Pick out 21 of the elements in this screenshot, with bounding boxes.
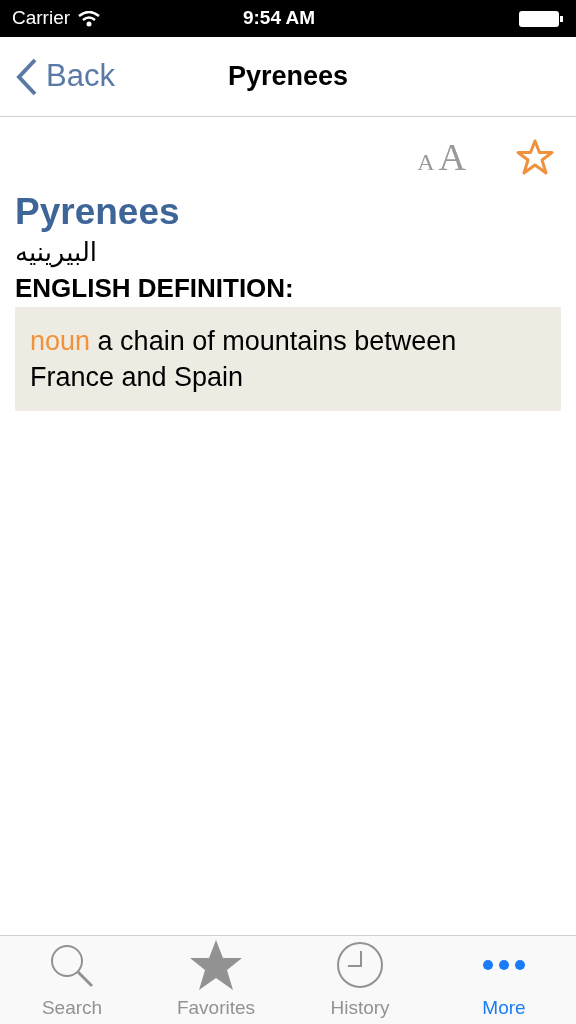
chevron-left-icon [16,57,38,96]
carrier-label: Carrier [12,6,71,31]
wifi-icon [78,10,101,27]
battery-icon [518,9,564,28]
star-icon [516,139,554,175]
back-button[interactable]: Back [0,53,115,100]
arabic-translation: البيرينيه [15,236,98,270]
tab-item[interactable]: Favorites [144,936,288,1024]
more-icon [482,958,526,971]
entry-word: Pyrenees [15,191,181,233]
clock-icon [336,940,384,989]
font-size-button[interactable]: AA [417,128,466,186]
tab-item[interactable]: History [288,936,432,1024]
tab-item[interactable]: More [432,936,576,1024]
definition-text: noun a chain of mountains between France and Spain [15,307,561,411]
definition-heading: ENGLISH DEFINITION: [15,272,295,305]
star-icon [188,938,244,991]
page-title: Pyrenees [227,60,349,94]
favorite-star-button[interactable] [516,139,554,175]
clock-time: 9:54 AM [241,6,317,31]
tab-item[interactable]: Search [0,936,144,1024]
